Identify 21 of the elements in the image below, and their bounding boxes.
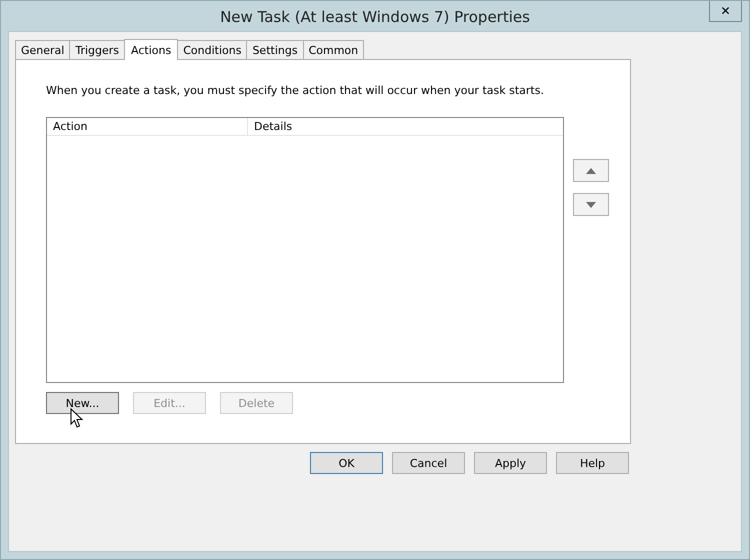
mouse-pointer-icon (70, 408, 84, 429)
move-down-button[interactable] (573, 193, 609, 216)
dialog-button[interactable]: Cancel (392, 452, 465, 474)
actions-list[interactable]: Action Details (46, 117, 564, 383)
tab[interactable]: Common (302, 40, 364, 59)
close-button[interactable]: ✕ (709, 1, 742, 22)
action-button[interactable]: New... (46, 392, 119, 414)
down-triangle-icon (586, 202, 596, 208)
move-up-button[interactable] (573, 159, 609, 182)
description-text: When you create a task, you must specify the action that will occur when your task starts. (46, 84, 545, 97)
window-title: New Task (At least Windows 7) Properties (220, 7, 530, 26)
column-header[interactable]: Details (248, 118, 563, 135)
column-header[interactable]: Action (47, 118, 248, 135)
tab[interactable]: Triggers (69, 40, 126, 59)
dialog-button[interactable]: Help (556, 452, 629, 474)
up-triangle-icon (586, 168, 596, 174)
tab[interactable]: General (15, 40, 70, 59)
tab[interactable]: Settings (246, 40, 304, 59)
tab[interactable]: Actions (124, 39, 178, 60)
dialog-button[interactable]: OK (310, 452, 383, 474)
dialog-button[interactable]: Apply (474, 452, 547, 474)
